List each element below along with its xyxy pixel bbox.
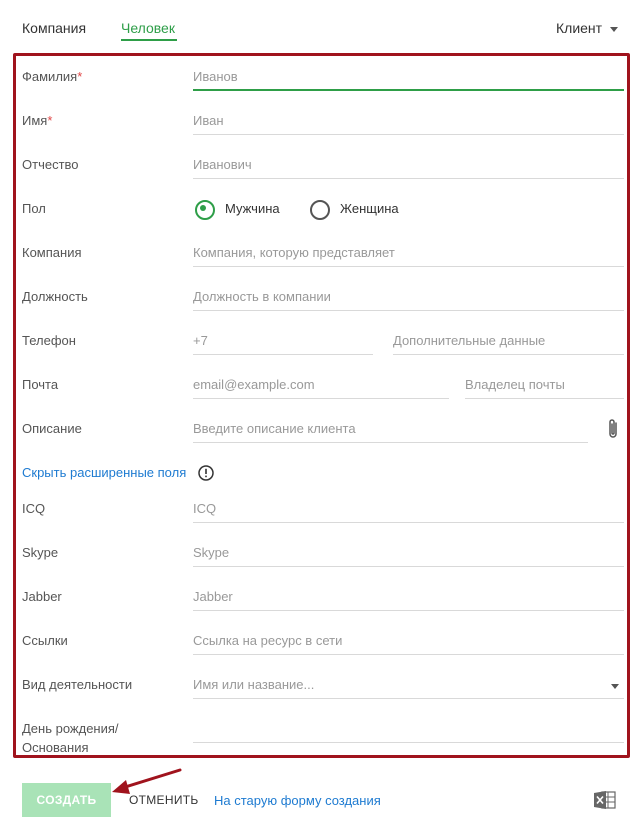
- last-name-input[interactable]: Иванов: [193, 69, 238, 84]
- phone-extra-input[interactable]: Дополнительные данные: [393, 333, 545, 348]
- company-input[interactable]: Компания, которую представляет: [193, 245, 395, 260]
- email-label: Почта: [22, 377, 59, 392]
- female-radio[interactable]: [310, 200, 330, 220]
- birthday-label-line1: День рождения/: [22, 721, 119, 736]
- links-input[interactable]: Ссылка на ресурс в сети: [193, 633, 342, 648]
- activity-underline: [193, 698, 624, 699]
- patronymic-input[interactable]: Иванович: [193, 157, 252, 172]
- female-label[interactable]: Женщина: [340, 201, 399, 216]
- company-label: Компания: [22, 245, 82, 260]
- phone-input[interactable]: +7: [193, 333, 208, 348]
- patronymic-underline: [193, 178, 624, 179]
- icq-underline: [193, 522, 624, 523]
- active-tab-indicator: [121, 39, 177, 41]
- skype-label: Skype: [22, 545, 59, 560]
- male-radio[interactable]: [195, 200, 215, 220]
- phone-extra-underline: [393, 354, 624, 355]
- email-owner-underline: [465, 398, 624, 399]
- old-form-link[interactable]: На старую форму создания: [214, 793, 381, 808]
- gender-label: Пол: [22, 201, 46, 216]
- description-input[interactable]: Введите описание клиента: [193, 421, 356, 436]
- male-label[interactable]: Мужчина: [225, 201, 280, 216]
- paperclip-icon[interactable]: [604, 417, 622, 441]
- phone-underline: [193, 354, 373, 355]
- first-name-input[interactable]: Иван: [193, 113, 224, 128]
- activity-select[interactable]: Имя или название...: [193, 677, 314, 692]
- icq-label: ICQ: [22, 501, 46, 516]
- arrow-icon: [112, 768, 182, 794]
- patronymic-label: Отчество: [22, 157, 79, 172]
- tab-person[interactable]: Человек: [121, 20, 175, 36]
- chevron-down-icon[interactable]: [611, 684, 619, 689]
- tab-company[interactable]: Компания: [22, 20, 86, 36]
- client-type-select[interactable]: Клиент: [556, 20, 602, 36]
- jabber-underline: [193, 610, 624, 611]
- skype-input[interactable]: Skype: [193, 545, 229, 560]
- create-button[interactable]: СОЗДАТЬ: [22, 783, 111, 817]
- links-label: Ссылки: [22, 633, 68, 648]
- position-underline: [193, 310, 624, 311]
- description-label: Описание: [22, 421, 82, 436]
- phone-label: Телефон: [22, 333, 76, 348]
- first-name-label: Имя*: [22, 113, 53, 128]
- activity-label: Вид деятельности: [22, 677, 133, 692]
- birthday-label-line2: Основания: [22, 740, 89, 755]
- last-name-underline: [193, 89, 624, 91]
- jabber-input[interactable]: Jabber: [193, 589, 233, 604]
- company-underline: [193, 266, 624, 267]
- info-icon[interactable]: [198, 465, 214, 481]
- position-input[interactable]: Должность в компании: [193, 289, 331, 304]
- jabber-label: Jabber: [22, 589, 62, 604]
- birthday-underline[interactable]: [193, 742, 624, 743]
- position-label: Должность: [22, 289, 88, 304]
- excel-icon[interactable]: [594, 790, 616, 810]
- icq-input[interactable]: ICQ: [193, 501, 216, 516]
- chevron-down-icon[interactable]: [610, 27, 618, 32]
- last-name-label: Фамилия*: [22, 69, 83, 84]
- links-underline: [193, 654, 624, 655]
- form-highlight-frame: [13, 53, 630, 758]
- email-underline: [193, 398, 449, 399]
- email-owner-input[interactable]: Владелец почты: [465, 377, 565, 392]
- description-underline: [193, 442, 588, 443]
- cancel-button[interactable]: ОТМЕНИТЬ: [129, 793, 199, 807]
- email-input[interactable]: email@example.com: [193, 377, 315, 392]
- hide-extended-fields-link[interactable]: Скрыть расширенные поля: [22, 465, 186, 480]
- skype-underline: [193, 566, 624, 567]
- first-name-underline: [193, 134, 624, 135]
